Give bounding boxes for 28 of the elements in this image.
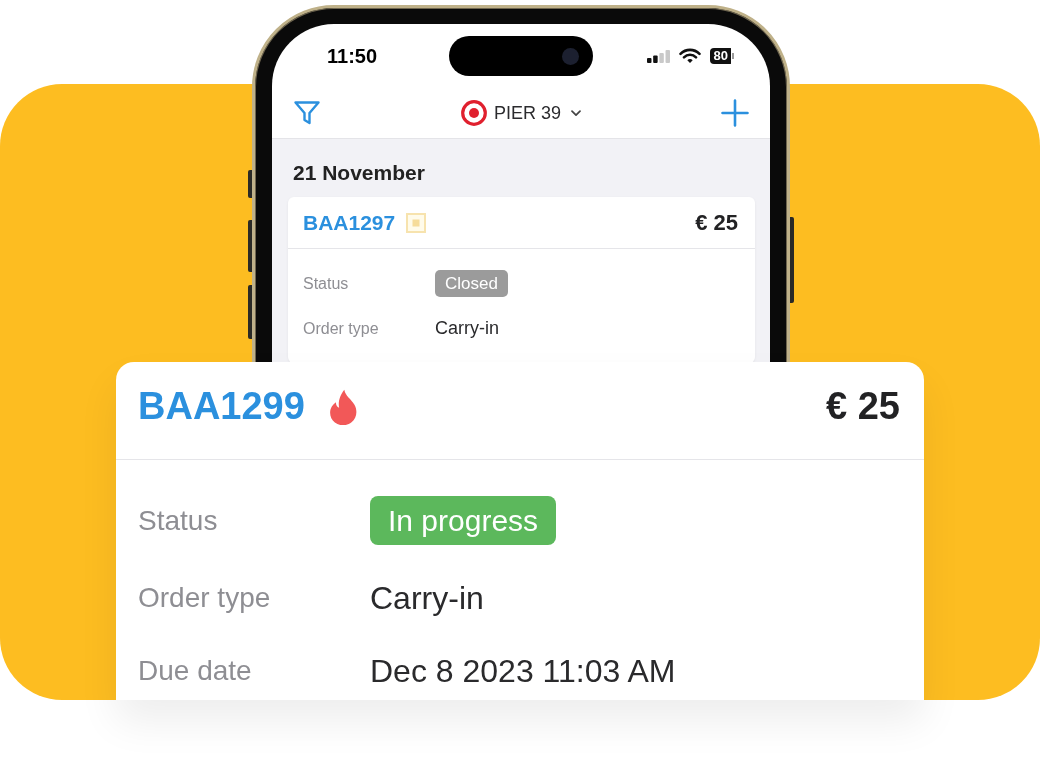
order-price: € 25 xyxy=(826,385,900,428)
order-number: BAA1297 xyxy=(303,210,396,235)
date-heading: 21 November xyxy=(292,160,426,185)
status-badge: Closed xyxy=(435,270,508,297)
filter-icon[interactable] xyxy=(293,99,321,127)
order-price: € 25 xyxy=(695,209,738,236)
phone-edge-strip xyxy=(248,220,252,272)
square-icon xyxy=(406,212,427,233)
clock-time: 11:50 xyxy=(326,44,378,68)
field-label: Order type xyxy=(138,582,272,614)
phone-edge-strip xyxy=(248,285,252,339)
field-value: Carry-in xyxy=(370,579,484,617)
order-number: BAA1299 xyxy=(138,385,305,428)
chevron-down-icon xyxy=(571,109,581,117)
field-label: Order type xyxy=(303,319,380,338)
field-value: Dec 8 2023 11:03 AM xyxy=(370,652,676,690)
wifi-icon xyxy=(678,48,701,64)
plus-icon[interactable] xyxy=(721,99,749,127)
status-badge: In progress xyxy=(370,496,557,545)
field-label: Status xyxy=(138,504,219,537)
location-selector[interactable]: PIER 39 xyxy=(460,100,581,126)
signal-icon xyxy=(646,49,670,63)
battery-indicator: 80 xyxy=(709,48,734,64)
field-value: Carry-in xyxy=(435,318,499,339)
field-label: Due date xyxy=(138,655,253,687)
target-icon xyxy=(460,100,487,126)
phone-edge-strip xyxy=(248,170,252,198)
field-label: Status xyxy=(303,274,350,293)
